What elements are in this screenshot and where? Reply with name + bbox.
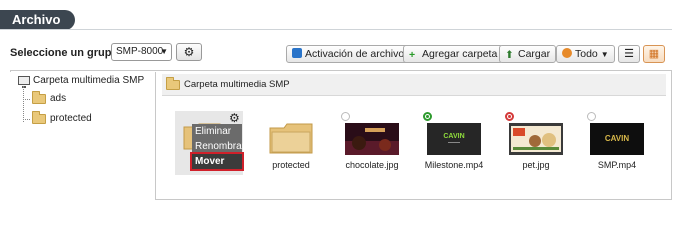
filter-icon bbox=[562, 48, 572, 58]
upload-icon: ⬆ bbox=[505, 49, 514, 61]
chevron-down-icon: ▼ bbox=[600, 50, 609, 59]
plus-icon: + bbox=[409, 49, 416, 61]
video-thumbnail[interactable]: CAVIN bbox=[590, 123, 644, 155]
context-menu: Eliminar Renombrar Mover bbox=[190, 124, 245, 171]
upload-label: Cargar bbox=[518, 48, 551, 60]
tree-root-label: Carpeta multimedia SMP bbox=[33, 75, 145, 86]
tree-item-ads[interactable]: ads bbox=[32, 90, 67, 104]
item-label-protected: protected bbox=[272, 160, 310, 170]
folder-icon[interactable] bbox=[268, 121, 314, 155]
menu-item-delete[interactable]: Eliminar bbox=[192, 124, 242, 139]
folder-icon bbox=[166, 76, 180, 90]
select-radio[interactable] bbox=[341, 112, 350, 121]
gear-icon: ⚙ bbox=[183, 45, 195, 59]
tree-root[interactable]: Carpeta multimedia SMP bbox=[18, 75, 145, 88]
file-activation-label: Activación de archivo bbox=[305, 48, 405, 60]
filter-dropdown[interactable]: Todo ▼ bbox=[556, 45, 615, 63]
list-icon: ☰ bbox=[624, 48, 634, 60]
menu-item-move[interactable]: Mover bbox=[190, 152, 244, 171]
tree-connector bbox=[23, 86, 24, 122]
title-divider bbox=[0, 29, 672, 30]
add-folder-label: Agregar carpeta bbox=[422, 48, 498, 60]
gear-icon[interactable]: ⚙ bbox=[229, 111, 240, 125]
tree-item-label: protected bbox=[50, 113, 92, 124]
breadcrumb-label: Carpeta multimedia SMP bbox=[184, 78, 290, 90]
group-label: Seleccione un grupo: bbox=[10, 47, 122, 59]
page-title: Archivo bbox=[0, 10, 75, 30]
add-folder-button[interactable]: + Agregar carpeta bbox=[403, 45, 504, 63]
tree-item-label: ads bbox=[50, 93, 67, 104]
image-thumbnail[interactable] bbox=[509, 123, 563, 155]
select-radio-flagged[interactable] bbox=[505, 112, 514, 121]
tree-connector bbox=[23, 119, 30, 120]
filter-label: Todo bbox=[575, 48, 598, 60]
group-settings-button[interactable]: ⚙ bbox=[176, 43, 202, 61]
group-select-value: SMP-8000 bbox=[116, 46, 164, 57]
monitor-icon bbox=[18, 76, 30, 88]
video-thumbnail[interactable]: CAVIN bbox=[427, 123, 481, 155]
image-thumbnail[interactable] bbox=[345, 123, 399, 155]
group-select[interactable]: SMP-8000 ▼ bbox=[111, 43, 172, 61]
item-label-milestone: Milestone.mp4 bbox=[424, 160, 484, 170]
tree-connector bbox=[23, 99, 30, 100]
folder-icon bbox=[32, 90, 46, 104]
chevron-down-icon: ▼ bbox=[160, 47, 168, 56]
folder-tree: Carpeta multimedia SMP ads protected bbox=[10, 72, 156, 200]
upload-button[interactable]: ⬆ Cargar bbox=[499, 45, 557, 63]
item-label-pet: pet.jpg bbox=[522, 160, 550, 170]
item-label-smp: SMP.mp4 bbox=[597, 160, 637, 170]
svg-text:CAVIN: CAVIN bbox=[605, 134, 630, 143]
activation-icon bbox=[292, 48, 302, 58]
list-view-button[interactable]: ☰ bbox=[618, 45, 640, 63]
select-radio-selected[interactable] bbox=[423, 112, 432, 121]
select-radio[interactable] bbox=[587, 112, 596, 121]
breadcrumb: Carpeta multimedia SMP bbox=[162, 74, 666, 96]
item-label-chocolate: chocolate.jpg bbox=[345, 160, 399, 170]
folder-icon bbox=[32, 110, 46, 124]
svg-text:CAVIN: CAVIN bbox=[443, 133, 464, 140]
grid-icon: ▦ bbox=[648, 48, 660, 60]
grid-view-button[interactable]: ▦ bbox=[643, 45, 665, 63]
menu-item-rename[interactable]: Renombrar bbox=[192, 139, 245, 154]
tree-item-protected[interactable]: protected bbox=[32, 110, 92, 124]
file-activation-button[interactable]: Activación de archivo bbox=[286, 45, 411, 63]
